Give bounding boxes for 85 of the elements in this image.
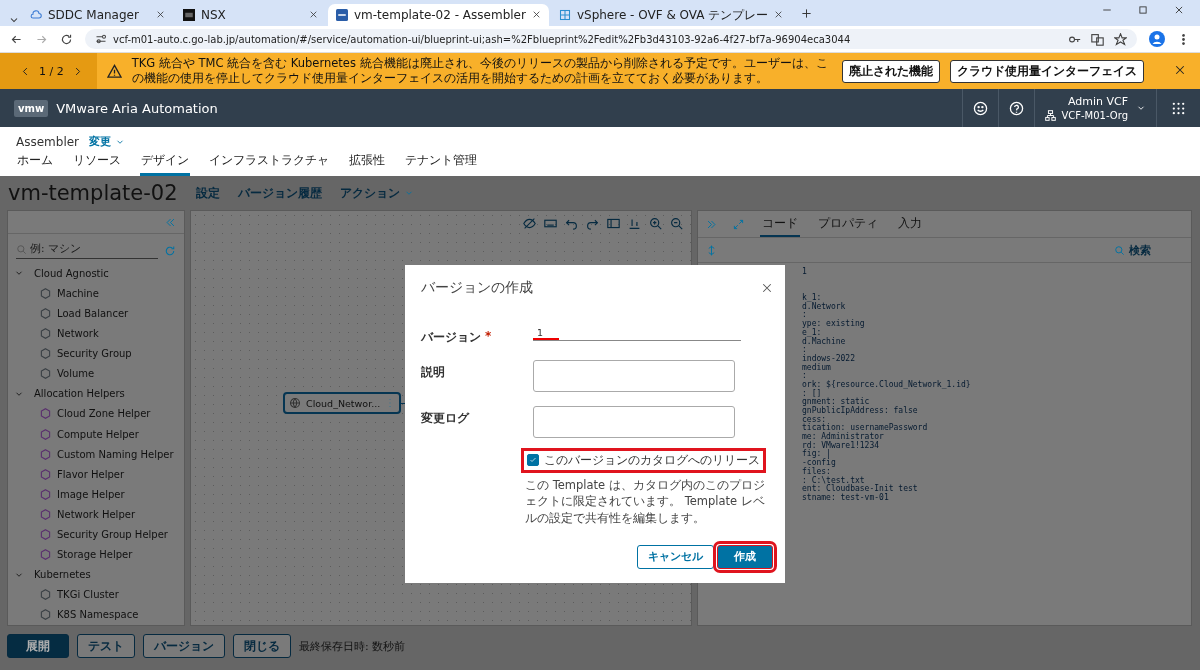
nav-tab[interactable]: インフラストラクチャ xyxy=(208,152,330,176)
code-line: -config xyxy=(802,459,837,468)
palette-item[interactable]: Network xyxy=(14,323,184,344)
code-line: tication: usernamePassword xyxy=(802,424,929,433)
browser-tab[interactable]: NSX xyxy=(175,4,326,26)
palette-item[interactable]: Cloud Zone Helper xyxy=(14,403,184,425)
page-title: vm-template-02 xyxy=(8,181,178,205)
organization-name: VCF-M01-Org xyxy=(1061,110,1128,121)
code-line: 1 xyxy=(802,268,808,277)
nav-tab[interactable]: 拡張性 xyxy=(348,152,386,176)
nav-tab[interactable]: リソース xyxy=(72,152,122,176)
palette-item[interactable]: Volume xyxy=(14,363,184,384)
palette-item[interactable]: Custom Naming Helper xyxy=(14,444,184,465)
browser-tab[interactable]: vm-template-02 - Assembler xyxy=(328,4,549,26)
code-line: d.Machine xyxy=(802,337,847,347)
code-line: : xyxy=(802,311,808,321)
code-line: : C:\test.txt xyxy=(802,476,865,485)
footer-button[interactable]: テスト xyxy=(77,634,135,658)
palette-item[interactable]: Machine xyxy=(14,283,184,304)
code-line: : xyxy=(802,346,807,355)
category-label[interactable]: Cloud Agnostic xyxy=(34,267,109,279)
nav-tab[interactable]: テナント管理 xyxy=(404,152,478,176)
search-field[interactable]: 例: マシン xyxy=(16,242,158,259)
banner-button[interactable]: クラウド使用量インターフェイス xyxy=(950,59,1144,83)
required-mark: * xyxy=(485,328,492,345)
code-line: ype: existing xyxy=(802,320,866,329)
code-line: fig: | xyxy=(802,450,831,459)
footer-button[interactable]: 展開 xyxy=(7,634,69,658)
browser-tab[interactable]: vSphere - OVF & OVA テンプレー xyxy=(550,4,792,26)
code-line: : xyxy=(802,372,807,381)
code-line: gnment: static xyxy=(802,398,870,407)
code-line: stname: test-vm-01 xyxy=(802,493,890,503)
banner-message: TKG 統合や TMC 統合を含む Kubernetes 統合機能は廃止され、今後のリリースの製品から削除される予定です。ユーザーは、この機能の使用を停止してクラウド使用量インターフェイスの活用を開始するための計画を立てておく必要があります。 xyxy=(131,56,829,86)
save-status: 最終保存日時: 数秒前 xyxy=(299,638,406,654)
palette-item[interactable]: Flavor Helper xyxy=(14,464,184,485)
search-button[interactable]: 検索 xyxy=(1114,242,1151,258)
code-line: rd: VMware1!1234 xyxy=(802,441,881,450)
banner-button[interactable]: 廃止された機能 xyxy=(842,59,940,83)
code-line: k_1: xyxy=(802,294,822,303)
palette-item[interactable]: Image Helper xyxy=(14,484,184,505)
code-line: e_1: xyxy=(802,328,822,338)
palette-item[interactable]: Compute Helper xyxy=(14,424,184,445)
header-link[interactable]: アクション xyxy=(339,184,414,202)
footer-button[interactable]: バージョン xyxy=(143,634,225,658)
service-name: Assembler xyxy=(16,134,80,149)
panel-tab[interactable]: 入力 xyxy=(896,211,924,237)
category-label[interactable]: Allocation Helpers xyxy=(34,388,125,400)
nav-tab[interactable]: ホーム xyxy=(16,152,54,176)
panel-tab[interactable]: プロパティ xyxy=(816,211,880,237)
field-label: 変更ログ xyxy=(421,409,469,427)
code-line: medium xyxy=(802,363,832,373)
dialog-title: バージョンの作成 xyxy=(421,278,533,297)
address-bar[interactable]: vcf-m01-auto.c.go-lab.jp/automation/#/service/automation-ui/blueprint-ui;ash=%2Fblueprint%2Fedit%2Fb3d43103-92a6-4f27-bf7a-96904eca3044 xyxy=(85,29,1137,49)
code-line: indows-2022 xyxy=(802,354,856,363)
palette-item[interactable]: Security Group Helper xyxy=(14,524,184,545)
logo: vmw xyxy=(14,99,49,117)
code-line: gnPublicIpAddress: false xyxy=(802,407,919,416)
palette-item[interactable]: Storage Helper xyxy=(14,544,184,565)
code-line: files: xyxy=(802,467,831,476)
header-link[interactable]: バージョン履歴 xyxy=(237,184,322,202)
code-line: me: Administrator xyxy=(802,433,885,442)
cancel-button[interactable]: キャンセル xyxy=(637,544,714,569)
code-line: cess: xyxy=(802,415,827,424)
canvas-node[interactable]: Cloud_Networ... xyxy=(283,392,402,414)
palette-item[interactable]: Network Helper xyxy=(14,504,184,525)
switch-link[interactable]: 変更 xyxy=(89,134,126,149)
field-label: バージョン xyxy=(421,328,481,346)
product-name: VMware Aria Automation xyxy=(56,100,218,116)
category-label[interactable]: Kubernetes xyxy=(34,569,91,581)
palette-item[interactable]: K8S Namespace xyxy=(14,604,184,625)
palette-item[interactable]: Load Balancer xyxy=(14,303,184,324)
palette-item[interactable]: TKGi Cluster xyxy=(14,584,184,605)
header-link[interactable]: 設定 xyxy=(195,184,220,202)
code-line: ent: Cloudbase-Init test xyxy=(802,485,919,494)
panel-tab[interactable]: コード xyxy=(760,211,800,237)
palette-item[interactable]: Security Group xyxy=(14,343,184,364)
field-label: 説明 xyxy=(421,363,445,381)
pager-text: 1 / 2 xyxy=(39,64,64,78)
footer-button[interactable]: 閉じる xyxy=(233,634,291,658)
code-line: : [] xyxy=(802,389,822,398)
code-line: d.Network xyxy=(802,302,847,312)
user-name[interactable]: Admin VCF xyxy=(1067,95,1128,108)
release-checkbox[interactable]: このバージョンのカタログへのリリース xyxy=(521,447,766,473)
code-line: ork: ${resource.Cloud_Network_1.id} xyxy=(802,380,972,389)
browser-tab[interactable]: SDDC Manager xyxy=(22,4,173,26)
